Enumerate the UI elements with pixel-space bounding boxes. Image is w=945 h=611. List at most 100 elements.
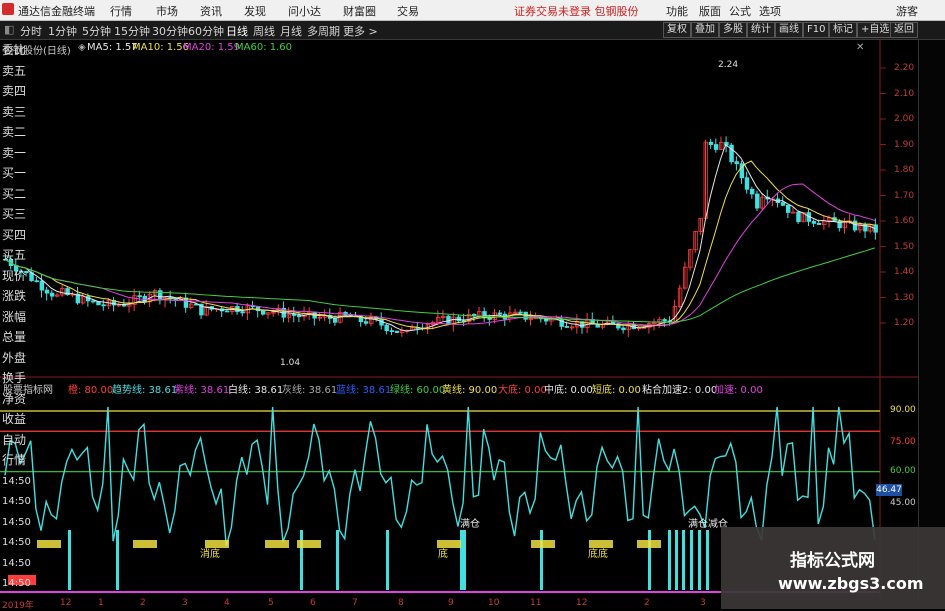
sidebar-item[interactable]: 净资: [2, 392, 26, 406]
sidebar-item[interactable]: 14:50: [2, 577, 31, 590]
sidebar-item[interactable]: 卖四: [2, 85, 26, 98]
sidebar-item[interactable]: 买二: [2, 187, 26, 201]
signal-bar: [336, 530, 339, 590]
price-tick: 2.10: [894, 89, 915, 99]
bottom-marker: [37, 540, 61, 548]
date-tick: 3: [700, 598, 706, 608]
signal-bar: [116, 530, 119, 590]
ind-yellow: 黄线: 90.00: [442, 385, 498, 396]
candle-body: [621, 327, 626, 331]
date-tick: 2: [644, 598, 650, 608]
price-tick: 2.20: [894, 63, 915, 73]
sidebar-item[interactable]: 委比: [2, 44, 26, 57]
sidebar-item[interactable]: 卖三: [2, 105, 26, 119]
price-tick: 1.70: [894, 191, 915, 201]
sidebar-item[interactable]: 买四: [2, 228, 26, 242]
candle-body: [662, 319, 667, 322]
date-tick: 7: [352, 598, 358, 608]
sidebar-item[interactable]: 买五: [2, 249, 26, 262]
sidebar-item[interactable]: 14:50: [2, 516, 31, 529]
date-tick: 11: [530, 598, 542, 608]
candle-body: [744, 177, 750, 190]
ind-accel: 加速: 0.00: [714, 385, 763, 396]
date-tick: 10: [488, 598, 500, 608]
sidebar-item[interactable]: 总量: [2, 331, 26, 344]
price-tick: 1.90: [894, 140, 915, 150]
signal-text: 满仓: [460, 519, 480, 530]
sidebar-item[interactable]: 卖二: [2, 126, 26, 139]
sidebar-item[interactable]: 14:50: [2, 475, 31, 488]
candle-body: [384, 324, 389, 332]
sidebar-item[interactable]: 换手: [2, 372, 26, 385]
price-tick: 1.60: [894, 216, 915, 226]
date-tick: 9: [448, 598, 454, 608]
candle-body: [137, 295, 142, 298]
candle-body: [791, 211, 796, 214]
candle-body: [497, 312, 503, 315]
date-tick: 1: [98, 598, 104, 608]
candle-body: [44, 289, 50, 294]
sidebar-item[interactable]: 现价: [2, 269, 26, 283]
sidebar-item[interactable]: 自动: [2, 433, 26, 447]
candle-body: [713, 144, 719, 150]
sidebar-item[interactable]: 卖一: [2, 146, 26, 160]
ma-line: [4, 160, 875, 330]
candle-body: [816, 222, 822, 225]
bottom-marker: [637, 540, 661, 548]
candle-body: [260, 310, 266, 315]
ind-tick: 90.00: [890, 405, 916, 415]
price-tick: 1.80: [894, 165, 915, 175]
signal-bar: [668, 530, 671, 590]
candle-body: [559, 318, 564, 327]
sidebar-item[interactable]: 收益: [2, 413, 26, 426]
sidebar-item[interactable]: 买三: [2, 208, 26, 221]
candle-body: [389, 330, 395, 333]
date-tick: 4: [224, 598, 230, 608]
high-price-label: 2.24: [718, 60, 739, 70]
bottom-marker: [265, 540, 289, 548]
sidebar-item[interactable]: 卖五: [2, 64, 26, 78]
current-value-badge: 46.47: [876, 484, 902, 496]
date-tick: 12: [60, 598, 72, 608]
price-tick: 1.40: [894, 267, 915, 277]
ind-orange: 橙: 80.00: [68, 385, 114, 396]
candle-body: [564, 326, 570, 328]
candle-body: [729, 144, 734, 163]
sidebar-item[interactable]: 14:50: [2, 557, 31, 570]
watermark-url: www.zbgs3.com: [778, 574, 924, 593]
sidebar-item[interactable]: 外盘: [2, 351, 26, 365]
signal-bar: [690, 530, 693, 590]
candle-body: [240, 311, 245, 314]
ind-gray: 灰线: 38.61: [282, 385, 338, 396]
ind-trend: 趋势线: 38.61: [112, 385, 178, 396]
signal-bar: [68, 530, 71, 590]
bottom-marker: [133, 540, 157, 548]
sidebar-item[interactable]: 涨跌: [2, 290, 26, 303]
candle-body: [291, 313, 297, 316]
candle-body: [91, 300, 96, 303]
sidebar-item[interactable]: 14:50: [2, 536, 31, 549]
ind-shortbottom: 短底: 0.00: [592, 385, 641, 396]
candle-body: [121, 304, 127, 307]
sidebar-item[interactable]: 行情: [2, 454, 26, 467]
candle-body: [811, 220, 817, 224]
signal-bar: [463, 530, 466, 590]
candle-body: [49, 292, 55, 297]
sidebar-item[interactable]: 买一: [2, 167, 26, 180]
signal-bar: [460, 530, 463, 590]
signal-text: 消底: [200, 549, 220, 560]
price-tick: 1.50: [894, 242, 915, 252]
ma-line: [4, 247, 875, 323]
candle-body: [224, 310, 230, 313]
candle-body: [734, 161, 739, 165]
candle-body: [296, 315, 302, 318]
candle-body: [101, 304, 106, 307]
signal-bar: [540, 530, 543, 590]
date-tick: 8: [398, 598, 404, 608]
sidebar-item[interactable]: 涨幅: [2, 310, 26, 324]
sidebar-item[interactable]: 14:50: [2, 495, 31, 508]
candle-body: [39, 280, 45, 291]
signal-bar: [706, 530, 709, 590]
candle-body: [34, 280, 39, 283]
ind-midbottom: 中底: 0.00: [544, 385, 593, 396]
